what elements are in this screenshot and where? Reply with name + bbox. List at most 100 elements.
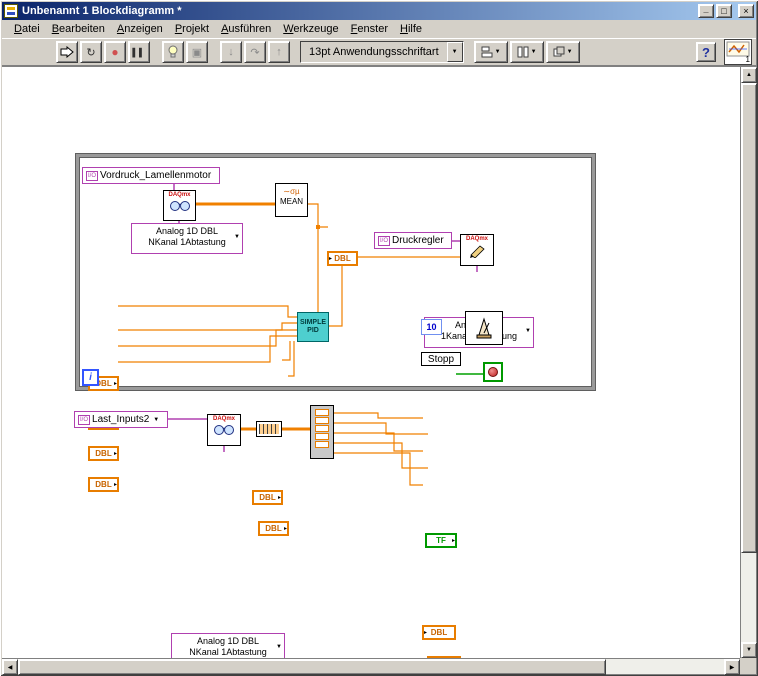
scroll-up-button[interactable]: ▲ <box>741 67 757 83</box>
loop-iteration-terminal[interactable]: i <box>82 369 99 386</box>
simple-pid-node[interactable]: SIMPLE PID <box>297 312 329 342</box>
task-dropdown-icon[interactable]: ▼ <box>153 417 159 423</box>
align-objects-dropdown[interactable]: ▼ <box>473 41 508 63</box>
scroll-right-button[interactable]: ▶ <box>724 659 740 675</box>
dbl-indicator-1[interactable]: ▸ DBL <box>422 625 456 640</box>
numeric-constant-10[interactable]: 10 <box>421 319 442 335</box>
wire-dbl2-pid[interactable] <box>118 322 298 331</box>
align-objects-icon <box>481 46 493 58</box>
pause-icon: ▌▌ <box>132 47 146 57</box>
tf-terminal[interactable]: TF ▸ <box>425 533 457 548</box>
terminal-arrow-icon: ▸ <box>113 381 117 387</box>
menu-hilfe[interactable]: Hilfe <box>394 21 428 37</box>
task-constant-last-inputs[interactable]: I/O Last_Inputs2 ▼ <box>74 411 168 428</box>
wire-index-out2[interactable] <box>334 422 428 435</box>
titlebar[interactable]: Unbenannt 1 Blockdiagramm * _ □ × <box>2 2 756 20</box>
run-button[interactable] <box>56 41 78 63</box>
horizontal-scroll-thumb[interactable] <box>18 659 606 675</box>
wire-dbl5-pid[interactable] <box>282 341 291 361</box>
terminal-arrow-icon: ▸ <box>451 538 455 544</box>
abort-icon: ● <box>111 45 119 59</box>
stop-control-label[interactable]: Stopp <box>421 352 461 366</box>
selector-dropdown-icon[interactable]: ▼ <box>276 644 282 652</box>
terminal-arrow-icon: ▸ <box>113 451 117 457</box>
step-over-button[interactable]: ↷ <box>244 41 266 63</box>
daqmx-read-glasses-icon <box>214 425 234 435</box>
daqmx-read-node-1[interactable]: DAQmx <box>163 190 196 221</box>
dbl-indicator-2[interactable]: ▸ DBL <box>427 656 461 658</box>
dbl-control-3[interactable]: DBL ▸ <box>88 446 119 461</box>
selector-dropdown-icon[interactable]: ▼ <box>234 234 240 242</box>
array-index-icon[interactable] <box>256 421 282 437</box>
retain-values-button[interactable]: ▣ <box>186 41 208 63</box>
reorder-objects-icon <box>553 46 565 57</box>
close-button[interactable]: × <box>738 4 754 18</box>
abort-button[interactable]: ● <box>104 41 126 63</box>
help-button[interactable]: ? <box>696 42 716 62</box>
wire-junction-dot <box>316 225 320 229</box>
wire-index-out4[interactable] <box>334 442 428 469</box>
font-dropdown-arrow[interactable]: ▼ <box>446 42 463 62</box>
window: Unbenannt 1 Blockdiagramm * _ □ × Datei … <box>0 0 758 676</box>
daqmx-read-glasses-icon <box>169 201 190 211</box>
wait-ms-node[interactable] <box>465 311 503 345</box>
vertical-scroll-thumb[interactable] <box>741 83 757 553</box>
polymorphic-selector-read1[interactable]: Analog 1D DBL NKanal 1Abtastung ▼ <box>131 223 243 254</box>
menu-anzeigen[interactable]: Anzeigen <box>111 21 169 37</box>
pause-button[interactable]: ▌▌ <box>128 41 150 63</box>
menu-projekt[interactable]: Projekt <box>169 21 215 37</box>
block-diagram[interactable]: I/O Vordruck_Lamellenmotor DAQmx Analog … <box>2 67 740 658</box>
mean-node[interactable]: ∼σµ MEAN <box>275 183 308 217</box>
terminal-arrow-icon: ▸ <box>424 630 428 636</box>
wire-dbl6-pid[interactable] <box>288 341 295 377</box>
menu-fenster[interactable]: Fenster <box>345 21 394 37</box>
run-continuous-button[interactable]: ↻ <box>80 41 102 63</box>
menu-ausfuehren[interactable]: Ausführen <box>215 21 277 37</box>
maximize-button[interactable]: □ <box>716 4 732 18</box>
step-out-button[interactable]: ↑ <box>268 41 290 63</box>
daqmx-write-node[interactable]: DAQmx <box>460 234 494 266</box>
dbl-control-4[interactable]: DBL ▸ <box>88 477 119 492</box>
metronome-icon <box>476 317 492 339</box>
wire-mean-dbl-indicator[interactable] <box>307 203 328 228</box>
font-settings-dropdown[interactable]: 13pt Anwendungsschriftart ▼ <box>300 41 464 63</box>
reorder-objects-dropdown[interactable]: ▼ <box>545 41 580 63</box>
dbl-indicator-mean[interactable]: ▸ DBL <box>327 251 358 266</box>
index-array-node[interactable] <box>310 405 334 459</box>
loop-conditional-terminal[interactable] <box>483 362 503 382</box>
highlight-execution-button[interactable] <box>162 41 184 63</box>
minimize-button[interactable]: _ <box>698 4 714 18</box>
wire-pid-write[interactable] <box>328 256 461 327</box>
wire-dbl3-pid[interactable] <box>118 329 298 347</box>
wire-dbl4-pid[interactable] <box>118 335 298 363</box>
vertical-scrollbar[interactable]: ▲ ▼ <box>740 67 757 658</box>
vi-icon[interactable]: 1 <box>724 39 752 65</box>
app-icon[interactable] <box>4 4 18 18</box>
selector-dropdown-icon[interactable]: ▼ <box>525 328 531 336</box>
wire-index-out3[interactable] <box>334 432 423 452</box>
wire-index-out1[interactable] <box>334 412 423 419</box>
step-into-button[interactable]: ↓ <box>220 41 242 63</box>
terminal-arrow-icon: ▸ <box>277 495 281 501</box>
distribute-objects-dropdown[interactable]: ▼ <box>509 41 544 63</box>
toolbar: ↻ ● ▌▌ ▣ ↓ ↷ ↑ 13pt Anwendungsschriftart… <box>2 38 756 66</box>
task-constant-vordruck-label: Vordruck_Lamellenmotor <box>100 170 212 181</box>
polymorphic-selector-read2[interactable]: Analog 1D DBL NKanal 1Abtastung ▼ <box>171 633 285 658</box>
hscroll-row: ◀ ▶ <box>2 658 756 675</box>
daqmx-read-node-2[interactable]: DAQmx <box>207 414 241 446</box>
wire-index-out5[interactable] <box>334 452 423 486</box>
daqmx-task-icon: I/O <box>378 235 391 246</box>
task-constant-vordruck[interactable]: I/O Vordruck_Lamellenmotor <box>82 167 220 184</box>
task-constant-druckregler[interactable]: I/O Druckregler <box>374 232 452 249</box>
menu-werkzeuge[interactable]: Werkzeuge <box>277 21 344 37</box>
menu-datei[interactable]: Datei <box>8 21 46 37</box>
dbl-control-6[interactable]: DBL ▸ <box>258 521 289 536</box>
font-selection-value: 13pt Anwendungsschriftart <box>309 46 439 58</box>
menu-bearbeiten[interactable]: Bearbeiten <box>46 21 111 37</box>
horizontal-scrollbar[interactable]: ◀ ▶ <box>2 658 740 675</box>
scroll-down-button[interactable]: ▼ <box>741 642 757 658</box>
daqmx-task-icon: I/O <box>86 170 99 181</box>
wire-dbl1-pid[interactable] <box>118 305 298 318</box>
dbl-control-5[interactable]: DBL ▸ <box>252 490 283 505</box>
scroll-left-button[interactable]: ◀ <box>2 659 18 675</box>
